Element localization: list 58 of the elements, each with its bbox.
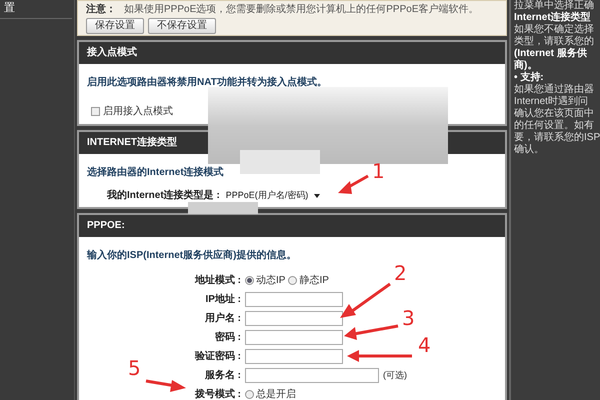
field-label: 用户名 : [204,311,241,326]
field-label: 地址模式 : [194,274,241,288]
checkbox[interactable] [91,107,100,116]
help-text: Internet时遇到问 [514,96,589,108]
annotation-number: 3 [402,306,415,330]
radio-label: 静态IP [299,274,329,288]
input-field[interactable] [245,330,343,345]
help-text: 的任何设置。如有 [514,120,595,132]
radio-label: 动态IP [256,274,286,288]
annotation-number: 4 [418,333,431,357]
help-text: 类型，请联系您的 [514,36,595,48]
help-text: (Internet 服务供 [514,48,588,59]
save-settings-button[interactable]: 保存设置 [86,18,144,34]
help-text: 要，请联系您的ISP [514,132,600,144]
annotation-number: 1 [372,159,385,183]
checkbox-label: 启用接入点模式 [103,104,173,119]
help-text: 如果您不确定选择 [514,24,595,36]
panel-header: PPPOE: [79,215,505,237]
arrow-icon [340,282,391,318]
radio-button[interactable] [245,390,254,399]
notice-label: 注意： [86,2,116,17]
annotation-number: 2 [394,261,407,285]
save-settings-button[interactable]: 不保存设置 [148,18,216,34]
panel-description: 启用此选项路由器将禁用NAT功能并转为接入点模式。 [86,75,328,90]
input-field[interactable] [245,292,343,307]
input-field[interactable] [245,368,379,383]
panel-header: 接入点模式 [79,42,505,64]
arrow-icon [347,350,412,362]
blurred-patch [188,202,258,214]
field-label: 我的Internet连接类型是 : [107,188,220,203]
field-label: 拨号模式 : [194,388,241,400]
help-text: 拉菜单中选择正确 [514,0,595,12]
caret-icon [314,194,320,198]
radio-button[interactable] [288,276,298,285]
radio-label: 总是开启 [256,388,296,400]
field-label: 验证密码 : [194,350,241,364]
optional-note: (可选) [383,368,407,382]
connection-type-dropdown[interactable]: PPPoE(用户名/密码) [224,188,322,202]
field-label: 服务名 : [204,368,241,383]
help-text: Internet连接类型 [514,12,592,24]
input-field[interactable] [245,349,343,364]
input-field[interactable] [245,311,343,326]
panel-description: 选择路由器的Internet连接模式 [87,166,224,180]
help-text: 如果您通过路由器 [514,84,595,96]
arrow-icon [146,380,186,392]
help-text: • 支持: [514,72,544,84]
annotation-number: 5 [128,356,141,380]
panel-description: 输入你的ISP(Internet服务供应商)提供的信息。 [86,248,298,263]
help-text: 确认。 [514,144,545,156]
sidebar-item[interactable]: 置 [0,0,72,18]
arrow-icon [338,174,369,194]
help-text: 商)。 [514,60,538,72]
field-label: 密码 : [214,330,241,345]
help-text: 确认您在该页面中 [514,108,595,120]
notice-text: 如果使用PPPoE选项，您需要删除或禁用您计算机上的任何PPPoE客户端软件。 [124,2,478,17]
radio-button[interactable] [245,276,254,285]
field-label: IP地址 : [205,292,241,307]
arrow-icon [344,324,398,340]
